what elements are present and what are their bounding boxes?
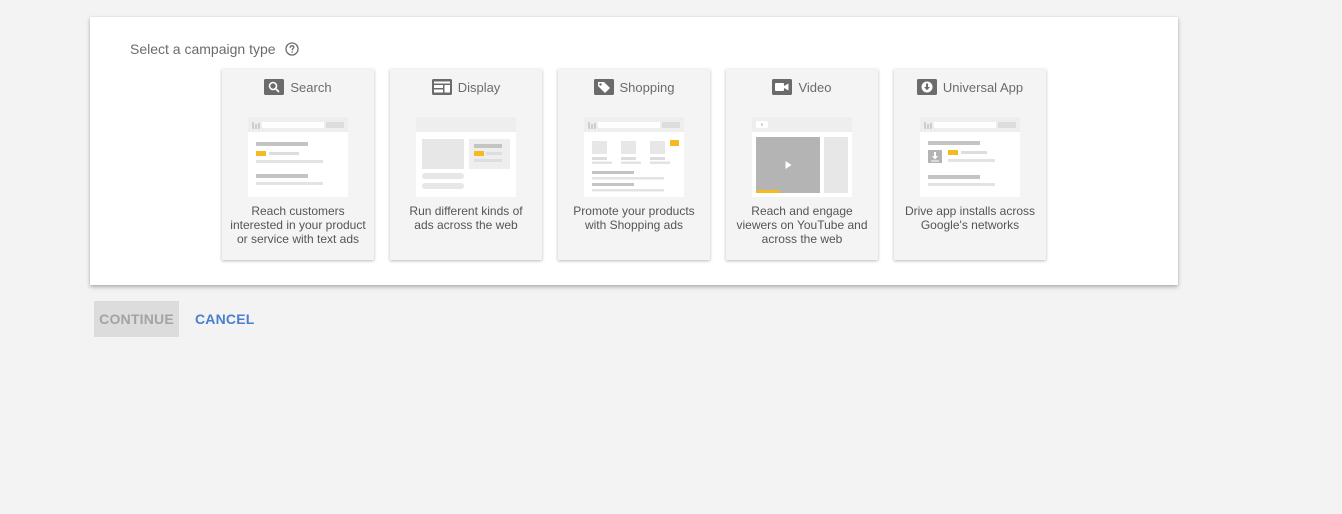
campaign-type-panel: Select a campaign type Search Reach cust… (90, 17, 1178, 285)
search-illustration (248, 117, 348, 197)
card-title-label: Search (290, 79, 332, 95)
cancel-button[interactable]: CANCEL (187, 301, 263, 337)
card-title-label: Shopping (619, 79, 675, 95)
card-title-label: Universal App (942, 79, 1024, 95)
card-description: Run different kinds of ads across the we… (409, 204, 523, 232)
universal-app-illustration (920, 117, 1020, 197)
card-description: Reach and engage viewers on YouTube and … (736, 204, 868, 246)
video-camera-icon (772, 79, 793, 95)
card-title-label: Video (798, 79, 832, 95)
shopping-illustration (584, 117, 684, 197)
download-app-icon (916, 79, 937, 95)
campaign-card-universal-app[interactable]: Universal App Drive app installs across … (894, 69, 1046, 260)
display-icon (431, 79, 452, 95)
card-title: Universal App (894, 79, 1046, 95)
panel-title: Select a campaign type (130, 41, 276, 57)
card-description: Drive app installs across Google's netwo… (904, 204, 1036, 232)
campaign-card-video[interactable]: Video Reach and engage viewers on YouTub… (726, 69, 878, 260)
card-title-label: Display (457, 79, 501, 95)
continue-button[interactable]: CONTINUE (94, 301, 179, 337)
campaign-type-cards: Search Reach customers interested in you… (222, 69, 1062, 260)
card-description: Reach customers interested in your produ… (230, 204, 366, 246)
shopping-tag-icon (593, 79, 614, 95)
campaign-card-search[interactable]: Search Reach customers interested in you… (222, 69, 374, 260)
card-description: Promote your products with Shopping ads (573, 204, 695, 232)
panel-header: Select a campaign type (130, 41, 299, 57)
search-icon (264, 79, 285, 95)
campaign-card-display[interactable]: Display Run different kinds of ads acros… (390, 69, 542, 260)
card-title: Video (726, 79, 878, 95)
display-illustration (416, 117, 516, 197)
card-title: Display (390, 79, 542, 95)
card-title: Search (222, 79, 374, 95)
campaign-card-shopping[interactable]: Shopping Promote your products with Shop… (558, 69, 710, 260)
card-title: Shopping (558, 79, 710, 95)
help-circle-icon[interactable] (284, 42, 299, 56)
video-illustration (752, 117, 852, 197)
